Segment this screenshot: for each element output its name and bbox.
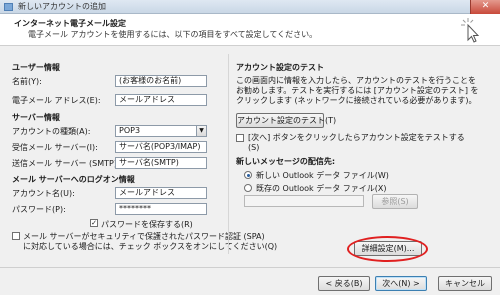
test-account-button[interactable]: アカウント設定のテスト(T) [236,113,336,128]
test-description-line: この画面内に情報を入力したら、アカウントのテストを行うことを [236,76,476,85]
test-description-line: お勧めします。テストを実行するには [アカウント設定のテスト] を [236,86,479,95]
auto-test-description-line: (S) [248,143,260,152]
browse-button[interactable]: 参照(S) [372,194,418,209]
new-data-file-radio[interactable] [244,171,252,179]
account-name-field[interactable]: メールアドレス [115,187,207,199]
footer-divider [0,267,500,268]
name-field[interactable]: (お客様のお名前) [115,75,207,87]
email-field[interactable]: メールアドレス [115,94,207,106]
window-title: 新しいアカウントの追加 [18,2,106,11]
cancel-button[interactable]: キャンセル [438,276,492,291]
page-title: インターネット電子メール設定 [14,19,126,28]
existing-data-file-radio[interactable] [244,184,252,192]
next-button[interactable]: 次へ(N) > [375,276,427,291]
app-icon [4,3,13,11]
chevron-down-icon[interactable]: ▼ [196,126,206,136]
test-description: この画面内に情報を入力したら、アカウントのテストを行うことを お勧めします。テス… [236,76,479,106]
password-label: パスワード(P): [12,205,66,214]
auto-test-checkbox[interactable] [236,134,244,142]
auto-test-description-line: [次へ] ボタンをクリックしたらアカウント設定をテストする [248,133,465,142]
test-description-line: クリックします (ネットワークに接続されている必要があります)。 [236,96,477,105]
spa-description-line: に対応している場合には、チェック ボックスをオンにしてください(Q) [23,242,278,251]
email-label: 電子メール アドレス(E): [12,96,101,105]
incoming-server-label: 受信メール サーバー(I): [12,143,98,152]
highlight-annotation [347,236,428,262]
column-divider [228,54,229,254]
close-button[interactable]: ✕ [470,0,500,14]
auto-test-description: [次へ] ボタンをクリックしたらアカウント設定をテストする (S) [248,133,465,153]
spa-description: メール サーバーがセキュリティで保護されたパスワード認証 (SPA) に対応して… [23,232,277,252]
password-field[interactable]: ******** [115,203,207,215]
incoming-server-field[interactable]: サーバ名(POP3/IMAP) [115,141,207,153]
title-bar: 新しいアカウントの追加 ✕ [0,0,500,14]
server-info-heading: サーバー情報 [12,113,60,122]
account-type-label: アカウントの種類(A): [12,127,91,136]
user-info-heading: ユーザー情報 [12,63,60,72]
wizard-header: インターネット電子メール設定 電子メール アカウントを使用するには、以下の項目を… [0,14,500,46]
name-label: 名前(Y): [12,77,42,86]
data-file-path-field[interactable] [244,195,364,207]
login-info-heading: メール サーバーへのログオン情報 [12,175,135,184]
spa-description-line: メール サーバーがセキュリティで保護されたパスワード認証 (SPA) [23,232,265,241]
account-type-value: POP3 [119,126,141,135]
page-subtitle: 電子メール アカウントを使用するには、以下の項目をすべて設定してください。 [28,30,318,39]
remember-password-label: パスワードを保存する(R) [101,220,193,229]
cursor-click-icon [461,18,480,43]
spa-checkbox[interactable] [12,232,20,240]
account-type-select[interactable]: POP3 ▼ [115,125,207,137]
test-heading: アカウント設定のテスト [236,63,324,72]
delivery-heading: 新しいメッセージの配信先: [236,157,336,166]
back-button[interactable]: < 戻る(B) [318,276,370,291]
outgoing-server-field[interactable]: サーバ名(SMTP) [115,157,207,169]
new-data-file-label: 新しい Outlook データ ファイル(W) [256,171,389,180]
existing-data-file-label: 既存の Outlook データ ファイル(X) [256,184,387,193]
remember-password-checkbox[interactable]: ✓ [90,219,98,227]
account-name-label: アカウント名(U): [12,189,75,198]
